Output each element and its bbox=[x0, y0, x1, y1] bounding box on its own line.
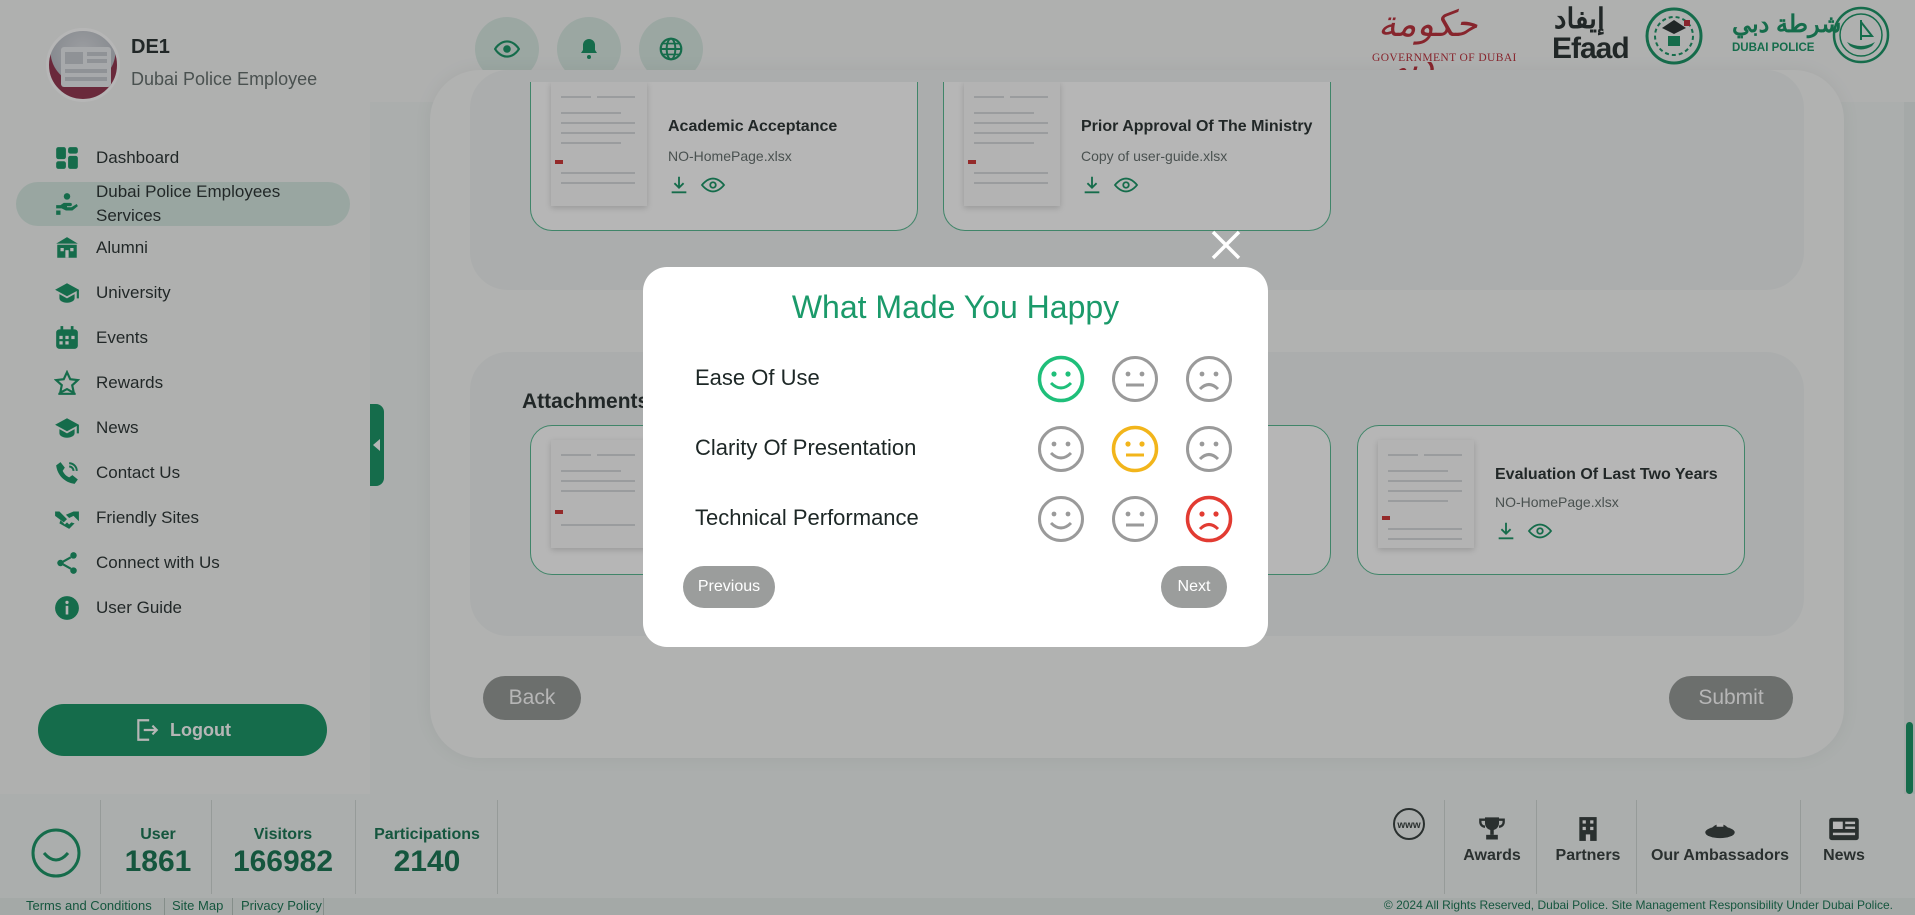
rating-label: Technical Performance bbox=[695, 505, 919, 530]
neutral-face-icon[interactable] bbox=[1111, 495, 1159, 543]
rating-row-technical-performance: Technical Performance bbox=[695, 489, 1233, 549]
rating-row-ease-of-use: Ease Of Use bbox=[695, 349, 1232, 409]
rating-label: Clarity Of Presentation bbox=[695, 435, 917, 460]
rating-row-clarity: Clarity Of Presentation bbox=[695, 419, 1232, 479]
close-icon[interactable] bbox=[1209, 228, 1243, 262]
sad-face-icon[interactable] bbox=[1185, 425, 1233, 473]
happy-face-icon[interactable] bbox=[1037, 355, 1085, 403]
happy-face-icon[interactable] bbox=[1037, 495, 1085, 543]
sad-face-icon[interactable] bbox=[1185, 495, 1233, 543]
modal-title: What Made You Happy bbox=[791, 289, 1120, 325]
happiness-survey-modal: What Made You Happy Ease Of Use Clarity … bbox=[643, 267, 1268, 647]
next-button[interactable]: Next bbox=[1161, 566, 1227, 608]
rating-label: Ease Of Use bbox=[695, 365, 820, 390]
neutral-face-icon[interactable] bbox=[1111, 425, 1159, 473]
sad-face-icon[interactable] bbox=[1185, 355, 1233, 403]
happy-face-icon[interactable] bbox=[1037, 425, 1085, 473]
neutral-face-icon[interactable] bbox=[1111, 355, 1159, 403]
previous-button[interactable]: Previous bbox=[683, 566, 775, 608]
